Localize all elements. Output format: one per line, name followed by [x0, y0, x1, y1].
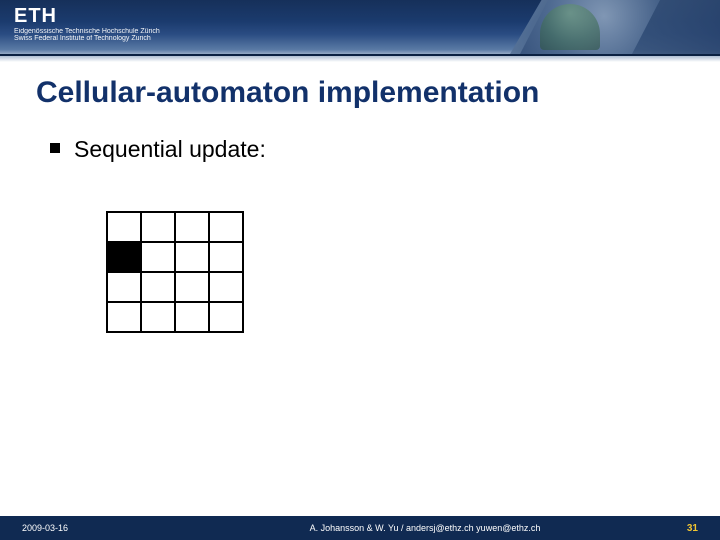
- footer-author: A. Johansson & W. Yu / andersj@ethz.ch y…: [190, 523, 660, 533]
- grid-cell: [141, 242, 175, 272]
- bullet-item: Sequential update:: [50, 136, 720, 163]
- footer-date: 2009-03-16: [0, 523, 190, 533]
- grid-cell: [107, 242, 141, 272]
- grid-cell: [175, 212, 209, 242]
- automaton-grid: [106, 211, 720, 333]
- grid-cell: [107, 212, 141, 242]
- bullet-text: Sequential update:: [74, 136, 266, 163]
- grid-cell: [209, 242, 243, 272]
- eth-logo-text: ETH: [14, 6, 160, 26]
- slide-body: Sequential update:: [0, 110, 720, 333]
- grid-cell: [141, 302, 175, 332]
- slide-title: Cellular-automaton implementation: [0, 62, 720, 110]
- eth-logo-subtitle-1: Eidgenössische Technische Hochschule Zür…: [14, 28, 160, 35]
- slide: ETH Eidgenössische Technische Hochschule…: [0, 0, 720, 540]
- grid-cell: [107, 272, 141, 302]
- footer: 2009-03-16 A. Johansson & W. Yu / anders…: [0, 516, 720, 540]
- bullet-marker-icon: [50, 143, 60, 153]
- grid-cell: [209, 212, 243, 242]
- grid-cell: [175, 302, 209, 332]
- grid-cell: [175, 272, 209, 302]
- grid-cell: [209, 272, 243, 302]
- eth-logo: ETH Eidgenössische Technische Hochschule…: [14, 6, 160, 42]
- grid-cell: [141, 272, 175, 302]
- grid-cell: [107, 302, 141, 332]
- grid-cell: [209, 302, 243, 332]
- header-band: ETH Eidgenössische Technische Hochschule…: [0, 0, 720, 62]
- automaton-grid-table: [106, 211, 244, 333]
- eth-logo-subtitle-2: Swiss Federal Institute of Technology Zu…: [14, 35, 160, 42]
- footer-page-number: 31: [660, 523, 720, 534]
- grid-cell: [175, 242, 209, 272]
- grid-cell: [141, 212, 175, 242]
